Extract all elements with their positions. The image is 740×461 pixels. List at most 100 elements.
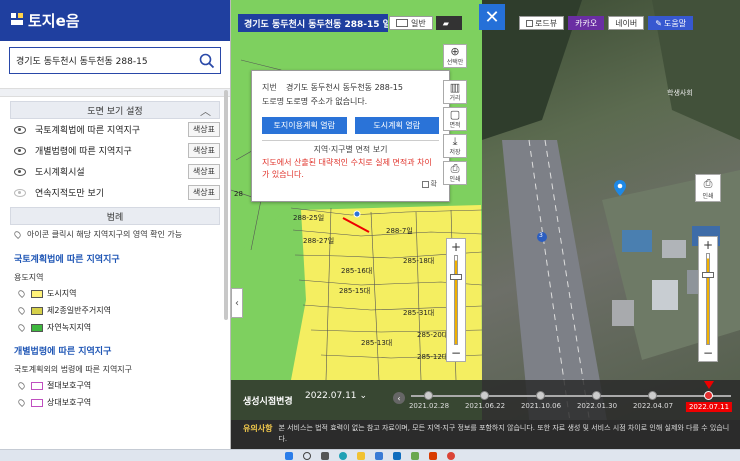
eye-icon[interactable] [14,167,26,176]
zoom-in-button[interactable]: + [703,237,713,253]
search-icon[interactable] [303,451,311,460]
sidebar: 토지e음 도면 보기 설정 ︿ 국토계획법에 따른 지역지구 색상표 개별법령에… [0,0,231,449]
zoom-in-button[interactable]: + [451,239,461,255]
windows-start-icon[interactable] [285,451,293,460]
zoom-track[interactable] [702,253,714,345]
jibun-label: 지번 [262,83,277,92]
timeline-point[interactable] [648,391,657,400]
search-box [9,47,221,74]
sidebar-scrollbar[interactable] [224,90,228,320]
checkbox-icon [421,180,429,188]
close-icon[interactable]: ✕ [479,4,505,30]
parcel-label: 285-31대 [403,309,435,317]
office-icon[interactable] [429,451,437,460]
timeline-point[interactable] [536,391,545,400]
sidebar-collapse-button[interactable]: ‹ [231,288,243,318]
timeline-date-label[interactable]: 2022.01.30 [577,402,617,410]
timeline-date-label[interactable]: 2022.04.07 [633,402,673,410]
chevron-down-icon: ⌄ [359,391,368,401]
timeline-date-label[interactable]: 2021.02.28 [409,402,449,410]
select-tool-button[interactable]: ⊕ 선택안 [443,44,467,68]
timeline-date-label[interactable]: 2021.06.22 [465,402,505,410]
layer-label: 도시계획시설 [35,168,85,178]
explorer-icon[interactable] [357,451,365,460]
distance-tool-button[interactable]: ▥ 거리 [443,80,467,104]
zoom-knob[interactable] [450,274,462,280]
location-pin-icon[interactable] [16,288,27,299]
chevron-left-icon: ‹ [235,297,239,309]
layer-label: 연속지적도만 보기 [35,189,105,199]
print-icon: ⎙ [703,176,713,190]
eye-off-icon[interactable] [14,188,26,197]
layer-label: 개별법령에 따른 지역지구 [35,147,132,157]
legend-item: 제2종일반주거지역 [0,302,230,319]
naver-map-button[interactable]: 네이버 [608,16,645,30]
legend-swatch [31,323,43,332]
timeline-point[interactable] [704,391,713,400]
mail-icon[interactable] [393,451,401,460]
legend-item-label: 제2종일반주거지역 [47,306,111,315]
basemap-general-button[interactable]: 일반 [389,16,433,30]
timeline-date-select[interactable]: 2022.07.11 ⌄ [305,391,367,401]
help-button[interactable]: ✎ 도움말 [648,16,694,30]
legend-subtitle: 국토계획외의 법령에 따른 지역지구 [14,365,133,374]
map-tools-left: ⊕ 선택안 ▥ 거리 ▢ 면적 ⤓ 저장 ⎙ 인쇄 [443,44,467,188]
chrome-icon[interactable] [447,451,455,460]
print-button-right[interactable]: ⎙ 인쇄 [695,174,721,202]
location-pin-icon[interactable] [16,397,27,408]
timeline-date-label[interactable]: 2021.10.06 [521,402,561,410]
color-table-button[interactable]: 색상표 [187,185,220,200]
legend-item: 자연녹지지역 [0,319,230,336]
search-input[interactable] [10,48,194,73]
timeline-bar: 생성시점변경 2022.07.11 ⌄ ‹ 2021.02.28 2021.06.2… [231,380,740,420]
zoom-track[interactable] [450,255,462,345]
timeline-date-label[interactable]: 2022.07.11 [685,402,733,412]
search-button[interactable] [194,48,220,73]
task-view-icon[interactable] [321,451,329,460]
location-pin-icon[interactable] [16,322,27,333]
land-use-plan-button[interactable]: 토지이용계획 열람 [262,117,347,134]
edge-icon[interactable] [339,451,347,460]
parcel-label: 285-18대 [403,257,435,265]
legend-group-title: 개별법령에 따른 지역지구 [14,347,112,357]
save-tool-button[interactable]: ⤓ 저장 [443,134,467,158]
basemap-satellite-button[interactable]: ▰ [435,16,462,30]
zoom-knob[interactable] [702,272,714,278]
zoom-out-button[interactable]: − [703,345,713,361]
color-table-button[interactable]: 색상표 [187,143,220,158]
timeline-point[interactable] [592,391,601,400]
eye-icon[interactable] [14,125,26,134]
store-icon[interactable] [375,451,383,460]
logo[interactable]: 토지e음 [10,10,80,31]
print-tool-button[interactable]: ⎙ 인쇄 [443,161,467,185]
zoom-in-circle-icon: ⊕ [450,45,460,58]
legend-item-label: 도시지역 [47,289,77,298]
kakao-map-button[interactable]: 카카오 [568,16,605,30]
chevron-up-icon[interactable]: ︿ [200,103,211,119]
roadview-icon [526,19,533,27]
parcel-label: 288-7일 [386,227,413,235]
parcel-label: 285-12대 [417,353,449,361]
legend-item-label: 상대보호구역 [47,398,92,407]
timeline-point[interactable] [480,391,489,400]
eye-icon[interactable] [14,146,26,155]
location-marker-icon[interactable] [614,180,626,196]
legend-tip-text: 아이콘 클릭시 해당 지역지구의 영역 확인 가능 [27,230,183,239]
area-tool-button[interactable]: ▢ 면적 [443,107,467,131]
roadview-button[interactable]: 로드뷰 [519,16,565,30]
timeline-point[interactable] [424,391,433,400]
location-pin-icon[interactable] [16,380,27,391]
location-pin-icon[interactable] [16,305,27,316]
confirm-checkbox[interactable]: 확 [421,179,437,189]
timeline-prev-button[interactable]: ‹ [393,392,405,404]
road-address-value: 도로명 주소가 없습니다. [286,97,368,106]
photos-icon[interactable] [411,451,419,460]
zoom-out-button[interactable]: − [451,345,461,361]
place-label: 학생사회 [667,89,693,97]
color-table-button[interactable]: 색상표 [187,122,220,137]
color-table-button[interactable]: 색상표 [187,164,220,179]
city-plan-button[interactable]: 도시계획 열람 [354,117,439,134]
download-icon: ⤓ [452,135,458,148]
legend-swatch [31,289,43,298]
view-settings-header[interactable]: 도면 보기 설정 ︿ [10,101,220,119]
